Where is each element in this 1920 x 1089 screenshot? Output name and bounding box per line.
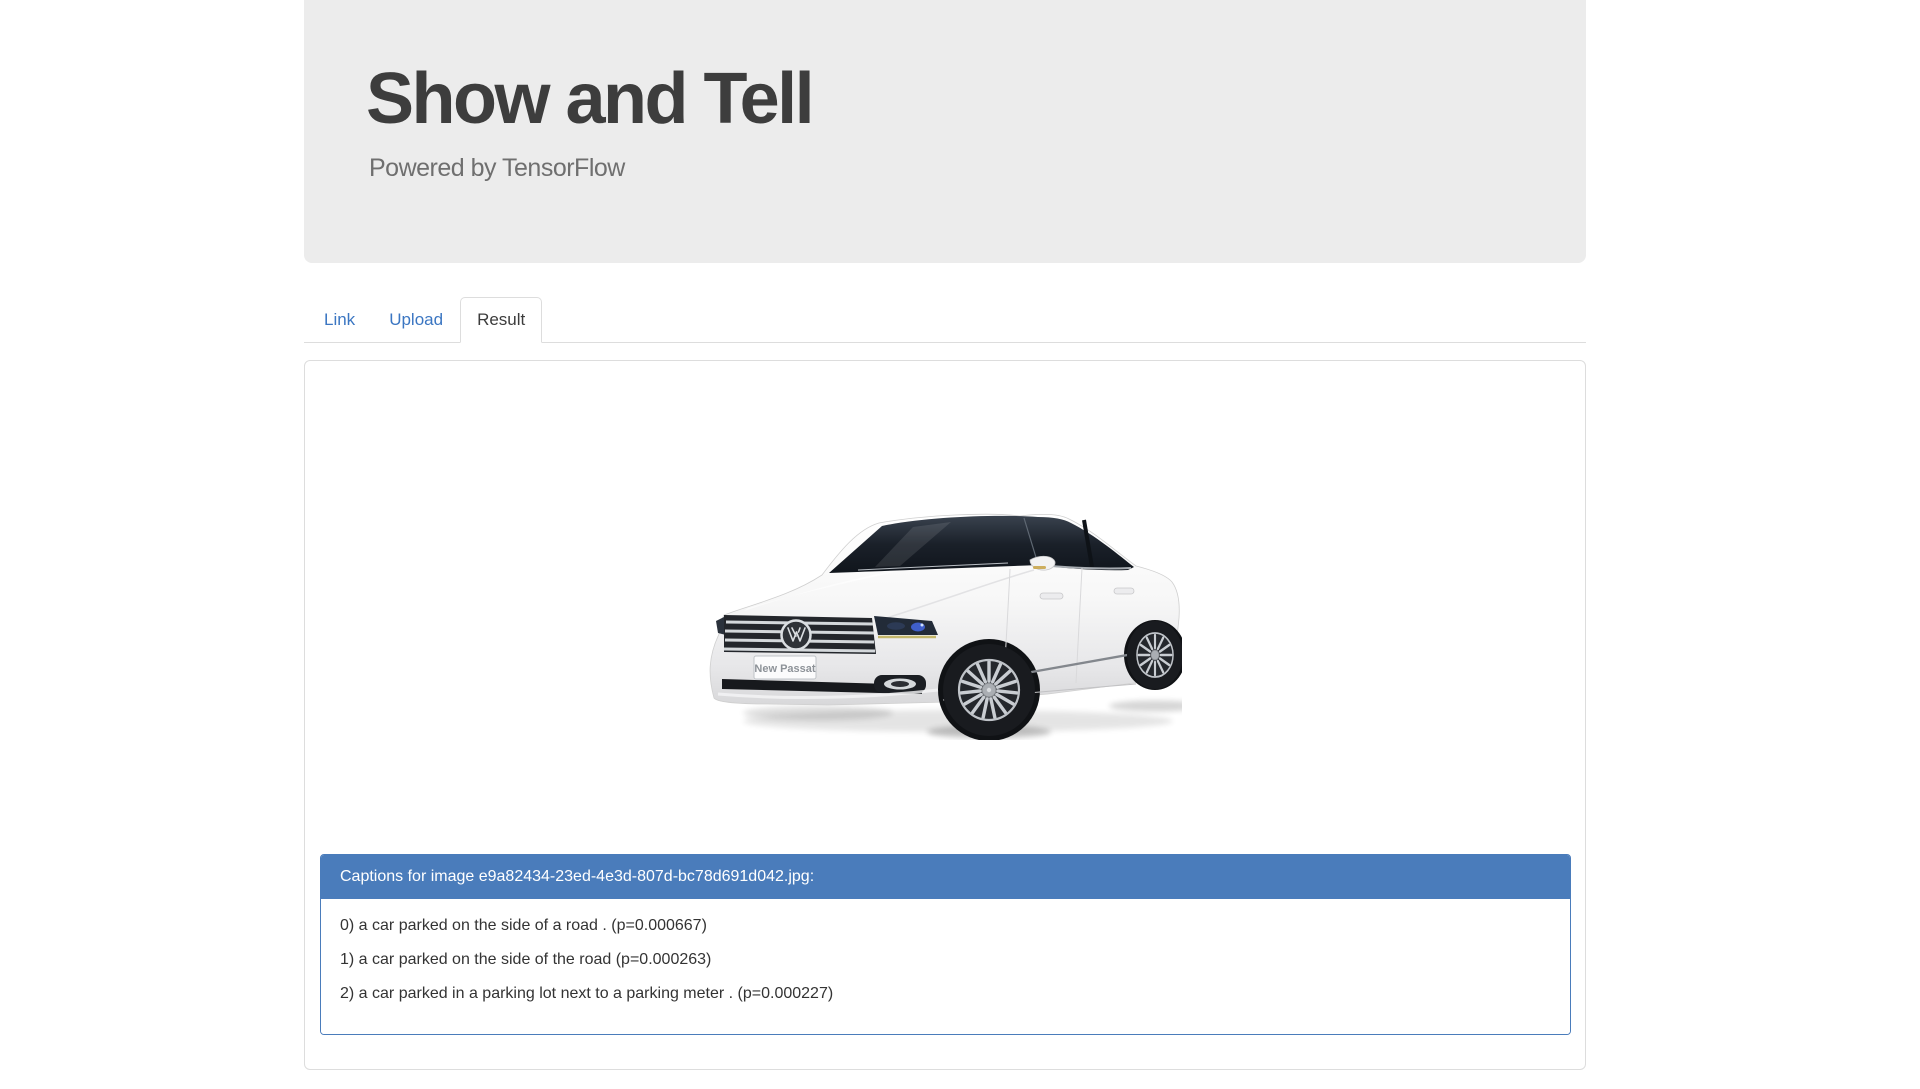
caption-line: 0) a car parked on the side of a road . … — [340, 917, 707, 934]
vw-logo-icon — [780, 619, 812, 651]
page-subtitle: Powered by TensorFlow — [369, 153, 625, 182]
front-wheel — [943, 644, 1035, 736]
captions-panel: Captions for image e9a82434-23ed-4e3d-80… — [320, 854, 1571, 1035]
new-passat-badge: New Passat — [753, 655, 817, 680]
tab-bar: Link Upload Result — [304, 297, 1586, 343]
page-container: Show and Tell Powered by TensorFlow Link… — [304, 0, 1586, 1070]
caption-line: 2) a car parked in a parking lot next to… — [340, 985, 834, 1002]
door-handle — [1113, 587, 1135, 595]
captions-body: 0) a car parked on the side of a road . … — [321, 899, 1570, 1034]
car-image: New Passat — [709, 513, 1182, 740]
hero-banner: Show and Tell Powered by TensorFlow — [304, 0, 1586, 263]
tab-result[interactable]: Result — [460, 297, 543, 343]
tab-upload[interactable]: Upload — [372, 297, 460, 343]
caption-line: 1) a car parked on the side of the road … — [340, 951, 712, 968]
door-handle — [1039, 592, 1064, 600]
rear-wheel — [1127, 621, 1182, 689]
fog-lamp — [874, 675, 926, 693]
page-title: Show and Tell — [366, 59, 815, 139]
result-tab-panel: New Passat Captions for image e9a82434-2… — [304, 360, 1586, 1070]
svg-text:New Passat: New Passat — [754, 663, 815, 675]
side-mirror — [1029, 555, 1056, 571]
tab-link[interactable]: Link — [307, 297, 372, 343]
captions-heading: Captions for image e9a82434-23ed-4e3d-80… — [321, 855, 1570, 899]
